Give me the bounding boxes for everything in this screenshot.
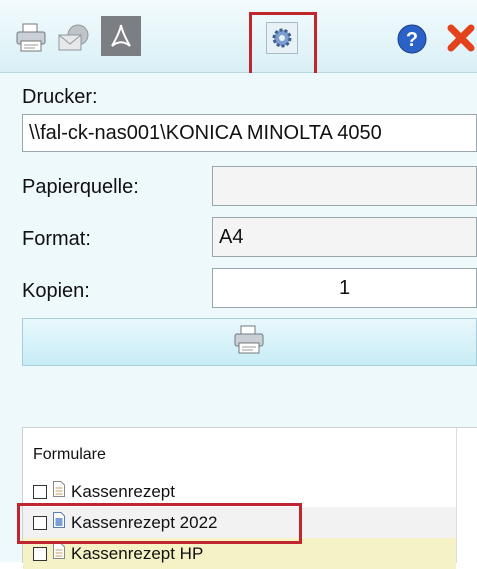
format-label: Format: xyxy=(22,228,91,250)
list-item-highlight-box xyxy=(17,503,302,544)
pdf-icon[interactable] xyxy=(101,16,141,56)
list-item-label: Kassenrezept HP xyxy=(71,543,204,563)
paper-source-label: Papierquelle: xyxy=(22,176,139,198)
settings-highlight-box xyxy=(249,12,317,82)
printer-label: Drucker: xyxy=(22,86,98,108)
printer-field[interactable]: \\fal-ck-nas001\KONICA MINOLTA 4050 xyxy=(22,114,477,152)
help-icon[interactable]: ? xyxy=(395,22,429,56)
document-icon xyxy=(53,481,65,502)
toolbar: ? xyxy=(0,0,477,82)
svg-text:?: ? xyxy=(406,29,418,51)
print-button[interactable] xyxy=(22,318,477,366)
paper-source-select[interactable] xyxy=(212,166,477,206)
close-icon[interactable] xyxy=(445,20,477,56)
checkbox[interactable] xyxy=(33,546,47,561)
printer-icon xyxy=(233,325,267,360)
email-icon[interactable] xyxy=(56,20,92,56)
document-icon xyxy=(53,543,65,564)
list-item-label: Kassenrezept xyxy=(71,481,175,501)
checkbox[interactable] xyxy=(33,484,47,499)
column-divider xyxy=(456,428,457,563)
copies-input[interactable]: 1 xyxy=(212,268,477,308)
printer-icon[interactable] xyxy=(14,20,50,56)
copies-label: Kopien: xyxy=(22,280,90,302)
format-select[interactable]: A4 xyxy=(212,217,477,257)
forms-list-header: Formulare xyxy=(33,446,106,463)
